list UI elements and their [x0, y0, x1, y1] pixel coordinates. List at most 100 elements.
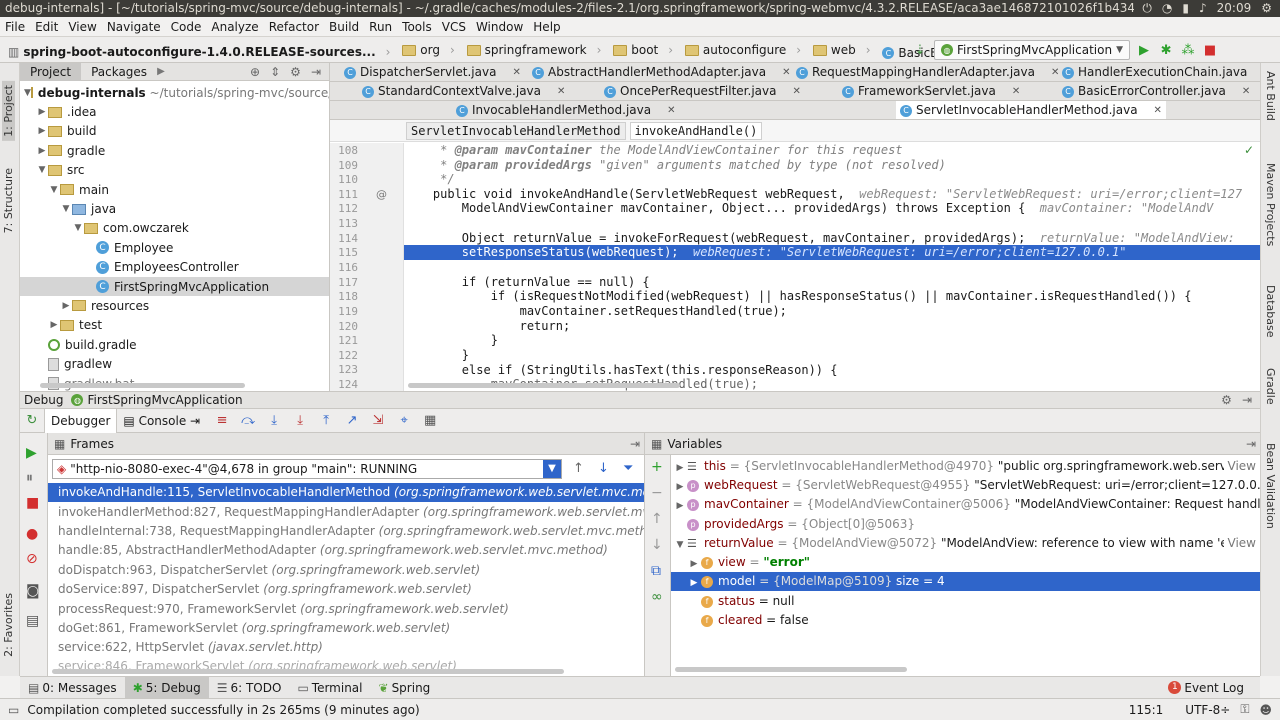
- tree-item-test[interactable]: ▶ test: [20, 316, 329, 335]
- override-marker-icon[interactable]: @: [376, 188, 387, 201]
- settings-icon[interactable]: ▤: [26, 613, 39, 629]
- tree-item-gradlew[interactable]: gradlew: [20, 354, 329, 373]
- breadcrumb-web[interactable]: web ›: [809, 37, 875, 62]
- tree-item-employees-controller[interactable]: C EmployeesController: [20, 258, 329, 277]
- tree-item-resources[interactable]: ▶ resources: [20, 296, 329, 315]
- hide-icon[interactable]: ⇥: [630, 437, 644, 451]
- stack-frame[interactable]: doGet:861, FrameworkServlet (org.springf…: [48, 619, 644, 638]
- tree-item-employee[interactable]: C Employee: [20, 238, 329, 257]
- tree-item-gradle[interactable]: ▶ gradle: [20, 141, 329, 160]
- breadcrumb-autoconfigure[interactable]: autoconfigure ›: [681, 37, 805, 62]
- close-icon[interactable]: ✕: [557, 82, 565, 100]
- breadcrumb-springframework[interactable]: springframework ›: [463, 37, 606, 62]
- debug-icon[interactable]: ✱: [1158, 43, 1174, 58]
- gear-icon[interactable]: ⚙: [290, 65, 301, 79]
- editor-tab[interactable]: C FrameworkServlet.java ✕: [838, 82, 1024, 100]
- code-line[interactable]: return;: [404, 319, 1260, 334]
- tree-item-idea[interactable]: ▶ .idea: [20, 102, 329, 121]
- copy-icon[interactable]: ⧉: [651, 563, 661, 579]
- clock[interactable]: 20:09: [1217, 0, 1252, 17]
- close-icon[interactable]: ✕: [1242, 82, 1250, 100]
- tool-tab-bean-validation[interactable]: Bean Validation: [1264, 443, 1277, 529]
- mute-breakpoints-icon[interactable]: ⊘: [26, 551, 38, 567]
- close-icon[interactable]: ✕: [1154, 101, 1162, 119]
- force-step-into-icon[interactable]: ⤓: [292, 413, 308, 428]
- close-icon[interactable]: ✕: [512, 63, 520, 81]
- code-line[interactable]: if (isRequestNotModified(webRequest) || …: [404, 289, 1260, 304]
- tool-tab-todo[interactable]: ☰ 6: TODO: [209, 677, 290, 699]
- battery-icon[interactable]: ▮: [1182, 0, 1189, 17]
- code-line[interactable]: mavContainer.setRequestHandled(true);: [404, 304, 1260, 319]
- analysis-ok-icon[interactable]: ✓: [1244, 143, 1254, 157]
- gear-icon[interactable]: ⚙: [1221, 393, 1232, 407]
- evaluate-expression-icon[interactable]: ⌖: [396, 413, 412, 428]
- menu-analyze[interactable]: Analyze: [206, 17, 263, 37]
- code-line[interactable]: else if (StringUtils.hasText(this.respon…: [404, 363, 1260, 378]
- step-into-icon[interactable]: ⤓: [266, 413, 282, 428]
- menu-run[interactable]: Run: [364, 17, 397, 37]
- code-line[interactable]: ModelAndViewContainer mavContainer, Obje…: [404, 201, 1260, 216]
- arrow-down-icon[interactable]: ↓: [598, 461, 609, 476]
- tree-item-main[interactable]: ▼ main: [20, 180, 329, 199]
- layout-icon[interactable]: ▦: [422, 413, 438, 428]
- breadcrumb-org[interactable]: org ›: [398, 37, 459, 62]
- chevron-right-icon[interactable]: ▶: [157, 66, 165, 77]
- coverage-icon[interactable]: ⁂: [1180, 43, 1196, 58]
- rerun-icon[interactable]: ↻: [24, 413, 40, 428]
- code-line[interactable]: Object returnValue = invokeForRequest(we…: [404, 231, 1260, 246]
- step-over-icon[interactable]: ⤼: [240, 413, 256, 428]
- stop-icon[interactable]: ■: [26, 495, 39, 511]
- editor-tab[interactable]: C OncePerRequestFilter.java ✕: [600, 82, 805, 100]
- tab-packages[interactable]: Packages: [81, 63, 157, 81]
- watches-icon[interactable]: ∞: [651, 589, 663, 605]
- menu-refactor[interactable]: Refactor: [264, 17, 324, 37]
- editor-tab[interactable]: C AbstractHandlerMethodAdapter.java ✕: [528, 63, 794, 81]
- power-icon[interactable]: ⏻: [1142, 0, 1152, 17]
- tab-debugger[interactable]: Debugger: [44, 408, 118, 433]
- menu-build[interactable]: Build: [324, 17, 364, 37]
- variable-row[interactable]: ▶ ☰ this = {ServletInvocableHandlerMethod@…: [671, 457, 1260, 477]
- close-icon[interactable]: ✕: [792, 82, 800, 100]
- tool-tab-structure[interactable]: 7: Structure: [2, 168, 15, 233]
- file-encoding[interactable]: UTF-8÷: [1185, 703, 1240, 717]
- resume-icon[interactable]: ▶: [26, 445, 37, 461]
- tree-item-build[interactable]: ▶ build: [20, 122, 329, 141]
- code-breadcrumb-class[interactable]: ServletInvocableHandlerMethod: [406, 121, 626, 140]
- run-to-cursor-icon[interactable]: ⇲: [370, 413, 386, 428]
- frames-horizontal-scrollbar[interactable]: [52, 669, 564, 674]
- thread-select[interactable]: ◈ "http-nio-8080-exec-4"@4,678 in group "…: [52, 459, 562, 479]
- status-message[interactable]: Compilation completed successfully in 2s…: [19, 703, 419, 717]
- menu-window[interactable]: Window: [471, 17, 528, 37]
- move-up-icon[interactable]: ↑: [651, 511, 663, 527]
- breadcrumb-jar[interactable]: ▥ spring-boot-autoconfigure-1.4.0.RELEASE…: [0, 39, 394, 63]
- menu-vcs[interactable]: VCS: [437, 17, 471, 37]
- volume-icon[interactable]: ♪: [1199, 0, 1207, 17]
- menu-file[interactable]: File: [0, 17, 30, 37]
- stack-frame[interactable]: doService:897, DispatcherServlet (org.sp…: [48, 580, 644, 599]
- code-line[interactable]: if (returnValue == null) {: [404, 275, 1260, 290]
- tree-item-first-spring-mvc-application[interactable]: C FirstSpringMvcApplication: [20, 276, 329, 297]
- close-icon[interactable]: ✕: [782, 63, 790, 81]
- stack-frame[interactable]: service:622, HttpServlet (javax.servlet.…: [48, 638, 644, 657]
- code-line[interactable]: }: [404, 333, 1260, 348]
- code-line[interactable]: * @param mavContainer the ModelAndViewCo…: [404, 143, 1260, 158]
- menu-view[interactable]: View: [63, 17, 101, 37]
- wifi-icon[interactable]: ◔: [1162, 0, 1172, 17]
- code-line[interactable]: }: [404, 348, 1260, 363]
- caret-position[interactable]: 115:1: [1129, 703, 1186, 717]
- stop-icon[interactable]: ■: [1202, 43, 1218, 58]
- tool-tab-debug[interactable]: ✱ 5: Debug: [124, 676, 209, 699]
- hide-icon[interactable]: ⇥: [311, 65, 321, 79]
- horizontal-scrollbar[interactable]: [40, 383, 245, 388]
- variable-row[interactable]: p providedArgs = {Object[0]@5063}: [671, 515, 1260, 534]
- tree-item-java[interactable]: ▼ java: [20, 199, 329, 218]
- tool-tab-favorites[interactable]: 2: Favorites: [2, 593, 15, 657]
- editor-tab[interactable]: CHandlerExecutionChain.java✕: [1058, 63, 1260, 81]
- variable-row-selected[interactable]: ▶ f model = {ModelMap@5109} size = 4: [671, 572, 1260, 592]
- move-down-icon[interactable]: ↓: [651, 537, 663, 553]
- stack-frame[interactable]: processRequest:970, FrameworkServlet (or…: [48, 600, 644, 619]
- show-execution-point-icon[interactable]: ≡: [214, 413, 230, 428]
- debug-config-name[interactable]: FirstSpringMvcApplication: [87, 393, 242, 407]
- arrow-up-icon[interactable]: ↑: [573, 461, 584, 476]
- variable-row[interactable]: f status = null: [671, 592, 1260, 611]
